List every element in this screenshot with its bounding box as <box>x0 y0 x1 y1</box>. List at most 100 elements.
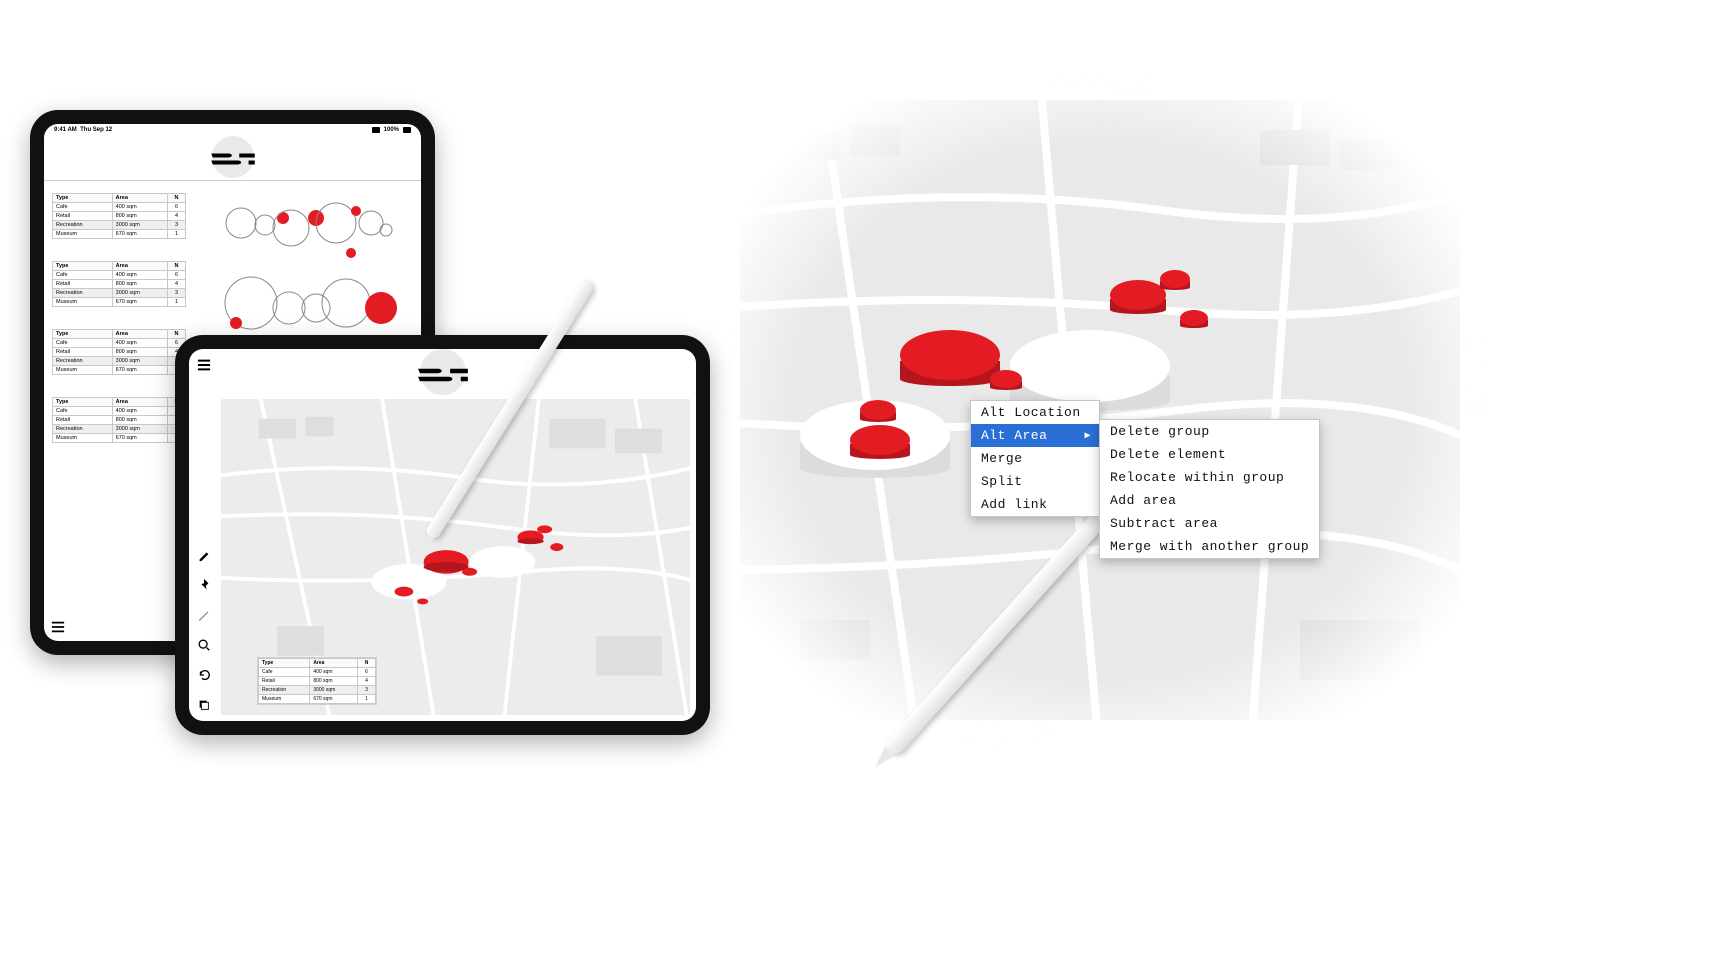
table-row[interactable]: Recreation3000 sqm3 <box>53 289 186 298</box>
table-row[interactable]: Cafe400 sqm6 <box>53 339 186 348</box>
table-header: Area <box>112 398 167 407</box>
table-cell: 3000 sqm <box>112 357 167 366</box>
table-header: Area <box>112 330 167 339</box>
table-row[interactable]: Retail800 sqm4 <box>259 677 376 686</box>
table-row[interactable]: Recreation3000 sqm3 <box>53 357 186 366</box>
context-menu[interactable]: Alt LocationAlt Area▶MergeSplitAdd linkD… <box>970 400 1100 517</box>
map-region-red[interactable] <box>1110 280 1166 310</box>
table-row[interactable]: Recreation3000 sqm3 <box>53 425 186 434</box>
pin-tool-icon[interactable] <box>196 577 212 593</box>
table-row[interactable]: Museum670 sqm1 <box>53 434 186 443</box>
context-submenu[interactable]: Delete groupDelete elementRelocate withi… <box>1099 419 1320 559</box>
battery-label: 100% <box>384 127 399 133</box>
map-region-white[interactable] <box>1010 330 1170 402</box>
table-row[interactable]: Retail800 sqm4 <box>53 212 186 221</box>
table-cell: Retail <box>53 416 113 425</box>
context-submenu-item[interactable]: Delete element <box>1100 443 1319 466</box>
undo-icon[interactable] <box>196 667 212 683</box>
table-cell: 670 sqm <box>310 695 358 704</box>
table-cell: 800 sqm <box>112 348 167 357</box>
table-cell: Museum <box>53 230 113 239</box>
app-logo-landscape <box>189 349 696 389</box>
pencil-tool-icon[interactable] <box>196 607 212 623</box>
table-cell: 3 <box>168 289 186 298</box>
table-row[interactable]: Museum670 sqm1 <box>53 298 186 307</box>
table-header: Area <box>310 659 358 668</box>
map-region-red[interactable] <box>860 400 896 420</box>
menu-icon[interactable] <box>196 357 212 373</box>
status-bar: 9:41 AM Thu Sep 12 100% <box>44 124 421 136</box>
pen-tool-icon[interactable] <box>196 547 212 563</box>
table-cell: 1 <box>358 695 376 704</box>
context-submenu-item[interactable]: Delete group <box>1100 420 1319 443</box>
menu-icon[interactable] <box>50 619 66 635</box>
table-cell: 670 sqm <box>112 230 167 239</box>
map-region-red[interactable] <box>900 330 1000 380</box>
context-menu-item[interactable]: Alt Location <box>971 401 1099 424</box>
table-row[interactable]: Cafe400 sqm6 <box>53 271 186 280</box>
table-row[interactable]: Recreation3000 sqm3 <box>259 686 376 695</box>
table-cell: 670 sqm <box>112 434 167 443</box>
table-row[interactable]: Cafe400 sqm6 <box>259 668 376 677</box>
table-cell: 400 sqm <box>112 203 167 212</box>
table-cell: Cafe <box>53 271 113 280</box>
context-menu-item[interactable]: Split <box>971 470 1099 493</box>
table-cell: 6 <box>168 203 186 212</box>
table-row[interactable]: Cafe400 sqm6 <box>53 203 186 212</box>
table-row[interactable]: Museum670 sqm1 <box>53 366 186 375</box>
table-row[interactable]: Retail800 sqm4 <box>53 280 186 289</box>
table-cell: 6 <box>358 668 376 677</box>
table-cell: Museum <box>53 434 113 443</box>
table-header: Area <box>112 194 167 203</box>
table-cell: Museum <box>259 695 310 704</box>
table-cell: 1 <box>168 298 186 307</box>
table-cell: 670 sqm <box>112 366 167 375</box>
table-cell: 800 sqm <box>112 212 167 221</box>
context-menu-item[interactable]: Alt Area▶ <box>971 424 1099 447</box>
table-cell: 400 sqm <box>112 407 167 416</box>
status-right: 100% <box>372 127 411 133</box>
table-header: Type <box>53 398 113 407</box>
logo-mark <box>208 152 258 166</box>
table-header: N <box>168 262 186 271</box>
table-row[interactable]: Retail800 sqm4 <box>53 416 186 425</box>
context-submenu-item[interactable]: Add area <box>1100 489 1319 512</box>
zoom-tool-icon[interactable] <box>196 637 212 653</box>
table-cell: Retail <box>53 212 113 221</box>
table-cell: Cafe <box>53 203 113 212</box>
map-region-red[interactable] <box>1160 270 1190 288</box>
table-header: Area <box>112 262 167 271</box>
table-cell: 6 <box>168 271 186 280</box>
table-row[interactable]: Recreation3000 sqm3 <box>53 221 186 230</box>
bubble-diagram-2 <box>221 268 421 338</box>
table-cell: 800 sqm <box>310 677 358 686</box>
context-submenu-item[interactable]: Relocate within group <box>1100 466 1319 489</box>
tablet-landscape-screen: TypeAreaNCafe400 sqm6Retail800 sqm4Recre… <box>189 349 696 721</box>
table-cell: Recreation <box>53 425 113 434</box>
table-row[interactable]: Museum670 sqm1 <box>53 230 186 239</box>
context-menu-item[interactable]: Merge <box>971 447 1099 470</box>
table-row[interactable]: Cafe400 sqm6 <box>53 407 186 416</box>
table-row[interactable]: Retail800 sqm4 <box>53 348 186 357</box>
app-logo <box>44 136 421 176</box>
map-region-red-selected[interactable] <box>850 425 910 455</box>
table-cell: 400 sqm <box>112 271 167 280</box>
map-region-red[interactable] <box>1180 310 1208 326</box>
context-submenu-item[interactable]: Merge with another group <box>1100 535 1319 558</box>
table-cell: 3 <box>168 221 186 230</box>
context-submenu-item[interactable]: Subtract area <box>1100 512 1319 535</box>
detail-map-panel[interactable]: Alt LocationAlt Area▶MergeSplitAdd linkD… <box>740 100 1460 720</box>
map-region-red[interactable] <box>990 370 1022 388</box>
table-cell: 4 <box>168 212 186 221</box>
landscape-map-canvas[interactable]: TypeAreaNCafe400 sqm6Retail800 sqm4Recre… <box>221 399 690 715</box>
landscape-table-panel[interactable]: TypeAreaNCafe400 sqm6Retail800 sqm4Recre… <box>257 657 377 705</box>
table-row[interactable]: Museum670 sqm1 <box>259 695 376 704</box>
table-cell: Recreation <box>53 289 113 298</box>
tables-column: TypeAreaNCafe400 sqm6Retail800 sqm4Recre… <box>44 189 194 451</box>
table-header: Type <box>53 194 113 203</box>
layers-icon[interactable] <box>196 697 212 713</box>
table-header: Type <box>53 262 113 271</box>
header-separator <box>44 180 421 181</box>
context-menu-item[interactable]: Add link <box>971 493 1099 516</box>
tablet-landscape-frame: TypeAreaNCafe400 sqm6Retail800 sqm4Recre… <box>175 335 710 735</box>
